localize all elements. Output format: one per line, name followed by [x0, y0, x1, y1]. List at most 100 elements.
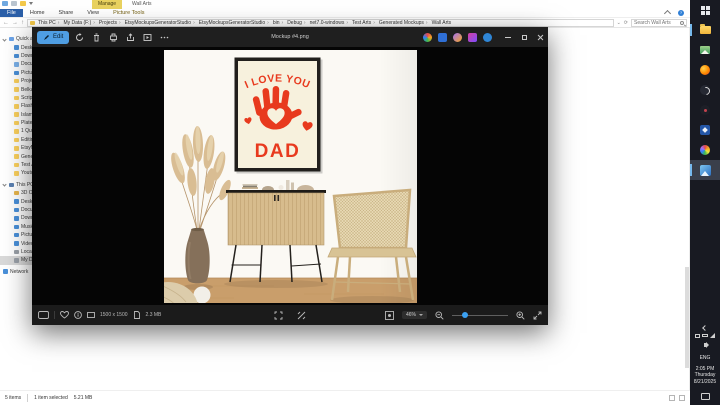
zoom-level-dropdown[interactable]: 46% [402, 311, 427, 319]
swirl-app-icon[interactable] [453, 33, 462, 42]
tab-view[interactable]: View [80, 9, 106, 17]
quick-access-toolbar[interactable] [2, 1, 33, 6]
breadcrumb-item[interactable]: bin [272, 20, 286, 26]
actual-size-icon[interactable] [297, 311, 306, 320]
breadcrumb-item[interactable]: Wall Arts [431, 20, 453, 26]
search-icon [680, 21, 684, 25]
breadcrumb-item[interactable]: Debug [286, 20, 308, 26]
fullscreen-icon[interactable] [533, 311, 542, 320]
file-explorer-icon [700, 26, 711, 34]
network-signal-icon[interactable] [710, 333, 715, 338]
slideshow-button[interactable] [140, 30, 154, 44]
drive-icon [14, 216, 19, 221]
taskbar-gallery-app[interactable] [690, 40, 720, 60]
folder-icon [14, 146, 19, 151]
address-dropdown-caret-icon[interactable]: ⌄ [617, 20, 621, 26]
frame-icon[interactable] [385, 311, 394, 320]
details-view-icon[interactable] [669, 395, 675, 401]
breadcrumb-item[interactable]: EtsyMockupsGeneratorStudio [124, 20, 198, 26]
folder-icon [14, 154, 19, 159]
taskbar: ENG 2:05 PM Thursday 8/21/2025 [690, 0, 720, 405]
minimize-button[interactable] [500, 27, 516, 47]
colorful-app-icon [700, 145, 710, 155]
breadcrumb[interactable]: This PC My Data (F:) Projects EtsyMockup… [27, 19, 614, 27]
show-hidden-icons-chevron[interactable] [702, 325, 708, 331]
breadcrumb-item[interactable]: EtsyMockupsGeneratorStudio [198, 20, 272, 26]
taskbar-photos-app[interactable] [690, 160, 720, 180]
share-button[interactable] [123, 30, 137, 44]
blue-app-icon[interactable] [438, 33, 447, 42]
tab-file[interactable]: File [0, 9, 23, 17]
firefox-icon [700, 65, 710, 75]
computer-icon [9, 183, 14, 188]
breadcrumb-item[interactable]: My Data (F:) [62, 20, 97, 26]
up-arrow-icon[interactable]: ↑ [21, 18, 24, 28]
taskbar-app-swirl[interactable] [690, 80, 720, 100]
tray-app-icon[interactable] [695, 334, 700, 338]
more-button[interactable] [157, 30, 171, 44]
help-icon[interactable]: ? [678, 10, 684, 16]
close-button[interactable] [532, 27, 548, 47]
tab-picture-tools[interactable]: Picture Tools [106, 9, 151, 17]
dimensions-icon [87, 311, 95, 319]
delete-button[interactable] [89, 30, 103, 44]
breadcrumb-item[interactable]: Test Arts [351, 20, 378, 26]
back-arrow-icon[interactable]: ← [3, 18, 9, 28]
chevron-down-icon[interactable] [2, 37, 6, 41]
touch-keyboard-icon[interactable] [701, 393, 710, 400]
qat-new-folder-icon[interactable] [20, 1, 26, 6]
tab-share[interactable]: Share [52, 9, 81, 17]
maximize-button[interactable] [516, 27, 532, 47]
print-button[interactable] [106, 30, 120, 44]
edit-button[interactable]: Edit [37, 31, 69, 44]
info-icon[interactable] [74, 311, 82, 319]
zoom-slider[interactable] [452, 315, 508, 316]
quick-access-icon [9, 37, 14, 42]
filmstrip-icon[interactable] [38, 311, 49, 319]
taskbar-file-explorer[interactable] [690, 20, 720, 40]
language-indicator[interactable]: ENG [700, 355, 711, 362]
qat-customize-caret-icon[interactable] [29, 2, 33, 5]
taskbar-app-colorful[interactable] [690, 140, 720, 160]
chevron-down-icon[interactable] [2, 183, 6, 187]
scrollbar[interactable] [685, 267, 689, 368]
pinwheel-app-icon[interactable] [423, 33, 432, 42]
taskbar-app-lens[interactable] [690, 100, 720, 120]
breadcrumb-item[interactable]: Projects [98, 20, 124, 26]
breadcrumb-item[interactable]: This PC [37, 20, 62, 26]
date-text: 8/21/2025 [694, 379, 716, 386]
rotate-button[interactable] [72, 30, 86, 44]
divider [54, 311, 55, 319]
cloud-app-icon[interactable] [483, 33, 492, 42]
taskbar-app-blue[interactable] [690, 120, 720, 140]
tab-home[interactable]: Home [23, 9, 52, 17]
battery-icon[interactable] [702, 334, 708, 337]
fit-to-window-icon[interactable] [274, 311, 283, 320]
day-text: Thursday [694, 372, 716, 379]
zoom-slider-handle[interactable] [462, 312, 468, 318]
folder-icon [14, 54, 19, 59]
taskbar-firefox[interactable] [690, 60, 720, 80]
divider [27, 394, 28, 402]
swirl-app-icon [700, 85, 710, 95]
refresh-icon[interactable]: ⟳ [624, 20, 628, 26]
heart-icon[interactable] [60, 311, 69, 319]
forward-arrow-icon[interactable]: → [12, 18, 18, 28]
magenta-app-icon[interactable] [468, 33, 477, 42]
breadcrumb-item[interactable]: Generated Mockups [378, 20, 431, 26]
manage-contextual-label[interactable]: Manage [92, 0, 122, 9]
folder-icon [14, 163, 19, 168]
zoom-in-icon[interactable] [516, 311, 525, 320]
breadcrumb-item[interactable]: net7.0-windows [309, 20, 351, 26]
start-button[interactable] [690, 0, 720, 20]
drive-icon [14, 250, 19, 255]
clock[interactable]: 2:05 PM Thursday 8/21/2025 [694, 366, 716, 386]
search-box[interactable] [631, 19, 687, 27]
search-input[interactable] [634, 20, 680, 26]
thumbnail-view-icon[interactable] [679, 395, 685, 401]
drive-icon [14, 208, 19, 213]
qat-properties-icon[interactable] [11, 1, 17, 6]
ribbon-collapse-caret-icon[interactable] [664, 10, 671, 17]
zoom-out-icon[interactable] [435, 311, 444, 320]
volume-icon[interactable] [704, 343, 707, 347]
